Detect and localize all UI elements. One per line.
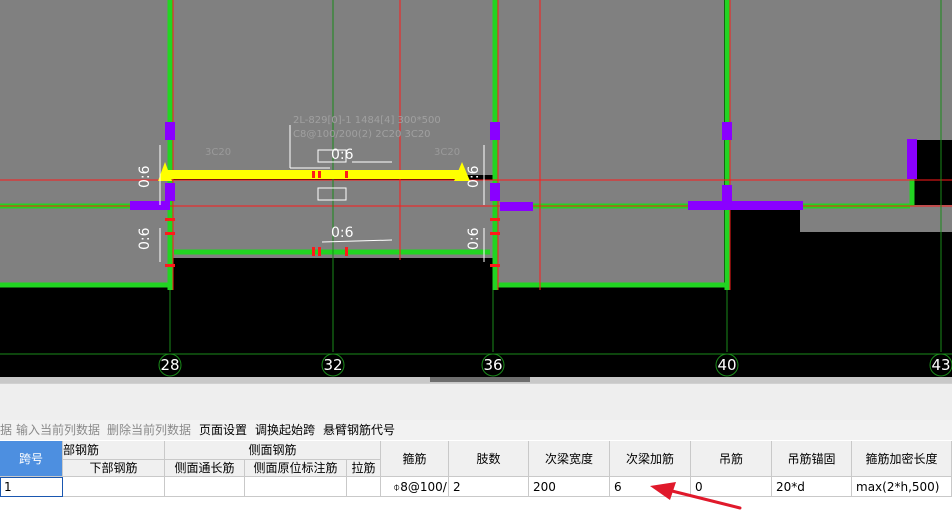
cantilever-rebar-code-button[interactable]: 悬臂钢筋代号: [323, 420, 395, 440]
header-legs[interactable]: 肢数: [449, 441, 529, 477]
beam-annotation-faint: 3C20: [434, 147, 461, 158]
beam-ratio-label: 0:6: [466, 165, 482, 188]
beam-annotation-faint: 3C20: [205, 147, 232, 158]
beam-ratio-label: 0:6: [466, 227, 482, 250]
header-sub-beam-add-rebar[interactable]: 次梁加筋: [610, 441, 691, 477]
slab-region: [498, 0, 724, 285]
beam-annotation-faint: 2L-829[0]-1 1484[4] 300*500: [293, 115, 441, 126]
beam-annotation-faint: C8@100/200(2) 2C20 3C20: [293, 129, 431, 140]
header-bottom-rebar-group: 部钢筋: [63, 441, 165, 460]
splitter-grip[interactable]: [430, 377, 530, 382]
cell-hanger-anchor[interactable]: 20*d: [772, 477, 852, 497]
header-sub-beam-width[interactable]: 次梁宽度: [529, 441, 610, 477]
header-hanger-rebar[interactable]: 吊筋: [691, 441, 772, 477]
cell-stirrup[interactable]: ⌽8@100/: [381, 477, 449, 497]
beam-ratio-label: 0:6: [331, 147, 354, 163]
drawing-svg: [0, 0, 952, 377]
panel-strip: [0, 383, 952, 420]
page-setup-button[interactable]: 页面设置: [199, 420, 247, 440]
cell-span-number[interactable]: 1: [0, 477, 63, 497]
header-stirrup[interactable]: 箍筋: [381, 441, 449, 477]
cad-canvas[interactable]: 3C20 3C20 2L-829[0]-1 1484[4] 300*500 C8…: [0, 0, 952, 377]
beam-rebar-table: 跨号 部钢筋 侧面钢筋 下部钢筋 侧面通长筋 侧面原位标注筋 拉筋 箍筋 肢数 …: [0, 441, 952, 529]
axis-label-28: 28: [160, 356, 180, 374]
axis-label-43: 43: [931, 356, 951, 374]
header-stirrup-dense-length[interactable]: 箍筋加密长度: [852, 441, 952, 477]
axis-bubbles: [158, 353, 952, 377]
cell-legs[interactable]: 2: [449, 477, 529, 497]
axis-label-40: 40: [717, 356, 737, 374]
header-side-original-rebar[interactable]: 侧面原位标注筋: [245, 460, 347, 477]
slab-region: [730, 0, 910, 205]
header-side-rebar-group: 侧面钢筋: [165, 441, 381, 460]
header-hanger-anchor[interactable]: 吊筋锚固: [772, 441, 852, 477]
header-tie-rebar[interactable]: 拉筋: [347, 460, 381, 477]
cell-hanger-rebar[interactable]: 0: [691, 477, 772, 497]
cell-sub-beam-add-rebar[interactable]: 6: [610, 477, 691, 497]
beam-ratio-label: 0:6: [137, 227, 153, 250]
cell-bottom-rebar[interactable]: [63, 477, 165, 497]
cell-stirrup-dense-length[interactable]: max(2*h,500): [852, 477, 952, 497]
cell-sub-beam-width[interactable]: 200: [529, 477, 610, 497]
cell-side-long-rebar[interactable]: [165, 477, 245, 497]
cell-side-original-rebar[interactable]: [245, 477, 347, 497]
delete-column-data-button[interactable]: 删除当前列数据: [107, 420, 191, 440]
slab-region: [910, 0, 952, 140]
input-column-data-button[interactable]: 输入当前列数据: [16, 420, 100, 440]
axis-label-36: 36: [483, 356, 503, 374]
slab-region: [800, 205, 952, 232]
toolbar-item-partial[interactable]: 据: [0, 420, 12, 440]
header-side-long-rebar[interactable]: 侧面通长筋: [165, 460, 245, 477]
header-bottom-rebar[interactable]: 下部钢筋: [63, 460, 165, 477]
axis-label-32: 32: [323, 356, 343, 374]
header-span-number[interactable]: 跨号: [0, 441, 63, 477]
beam-ratio-label: 0:6: [137, 165, 153, 188]
grid-toolbar: 据 输入当前列数据 删除当前列数据 页面设置 调换起始跨 悬臂钢筋代号: [0, 420, 952, 440]
swap-start-span-button[interactable]: 调换起始跨: [255, 420, 315, 440]
beam-ratio-label: 0:6: [331, 225, 354, 241]
cell-tie-rebar[interactable]: [347, 477, 381, 497]
